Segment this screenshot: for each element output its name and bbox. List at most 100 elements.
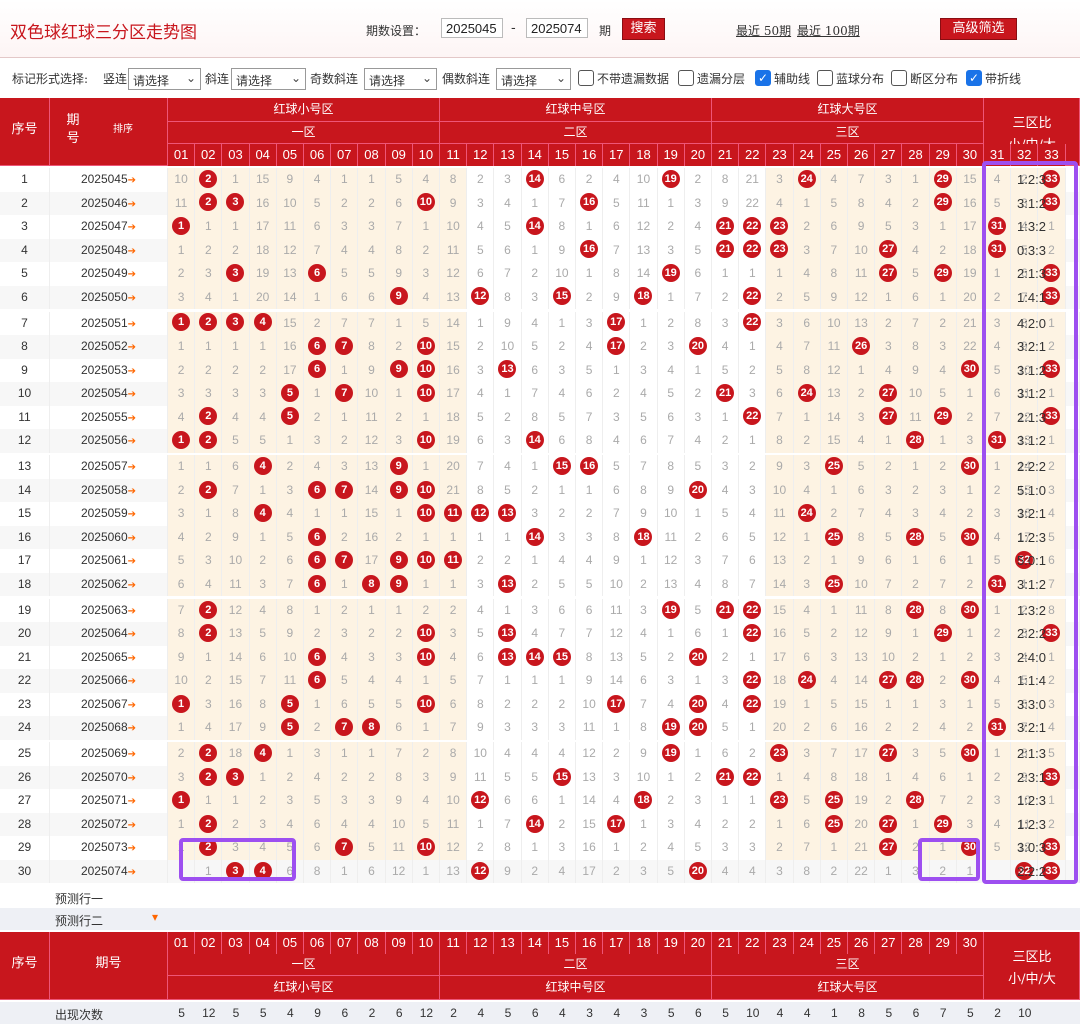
count-label: 出现次数	[55, 1008, 104, 1022]
arrow-right-icon[interactable]: ➔	[128, 629, 136, 640]
advanced-filter-button[interactable]: 高级筛选	[940, 18, 1017, 40]
number-cell: 20	[440, 455, 468, 479]
number-cell: 14	[766, 572, 794, 597]
search-button[interactable]: 搜索	[622, 18, 665, 40]
checkbox-3[interactable]	[817, 70, 833, 86]
arrow-right-icon[interactable]: ➔	[128, 269, 136, 280]
number-cell: 4	[548, 382, 576, 406]
arrow-right-icon[interactable]: ➔	[128, 509, 136, 520]
number-cell: 1	[576, 478, 604, 503]
number-cell: 1	[576, 215, 604, 239]
arrow-right-icon[interactable]: ➔	[128, 413, 136, 424]
number-cell: 10	[766, 478, 794, 503]
arrow-right-icon[interactable]: ➔	[128, 556, 136, 567]
number-header-21: 21	[712, 144, 740, 166]
number-cell: 2	[657, 311, 685, 336]
arrow-right-icon[interactable]: ➔	[128, 199, 136, 210]
number-cell: 13	[657, 572, 685, 597]
table-row: 6 2025050➔ 3 4 1 20 14 1 6 6 9 4 13 12 8 3 15 2 9 18 1 7 2 22 2 5…	[0, 285, 1080, 309]
arrow-right-icon[interactable]: ➔	[128, 867, 136, 878]
number-cell: 4	[494, 742, 522, 766]
arrow-right-icon[interactable]: ➔	[128, 700, 136, 711]
checkbox-4[interactable]	[891, 70, 907, 86]
arrow-right-icon[interactable]: ➔	[128, 366, 136, 377]
arrow-right-icon[interactable]: ➔	[128, 175, 136, 186]
number-cell: 2	[195, 168, 223, 192]
arrow-right-icon[interactable]: ➔	[128, 222, 136, 233]
arrow-right-icon[interactable]: ➔	[128, 246, 136, 257]
count-value: 2	[994, 1006, 1001, 1020]
arrow-right-icon[interactable]: ➔	[128, 580, 136, 591]
number-cell: 10	[412, 429, 440, 453]
arrow-right-icon[interactable]: ➔	[128, 843, 136, 854]
number-cell: 6	[548, 168, 576, 192]
checkbox-label: 带折线	[985, 72, 1022, 86]
number-cell: 6	[331, 692, 359, 717]
arrow-right-icon[interactable]: ➔	[128, 389, 136, 400]
row-seq: 10	[0, 382, 50, 406]
arrow-right-icon[interactable]: ➔	[128, 342, 136, 353]
expand-arrow-icon[interactable]: ▾	[152, 910, 158, 924]
number-cell: 7	[657, 429, 685, 453]
arrow-right-icon[interactable]: ➔	[128, 676, 136, 687]
arrow-right-icon[interactable]: ➔	[128, 749, 136, 760]
arrow-right-icon[interactable]: ➔	[128, 486, 136, 497]
number-cell: 2	[657, 789, 685, 813]
number-cell: 6	[766, 382, 794, 406]
period-text: 2025065	[80, 649, 128, 664]
number-cell: 2	[440, 598, 468, 623]
red-ball: 1	[172, 216, 191, 235]
number-cell: 27	[875, 812, 903, 837]
period-end-input[interactable]	[526, 18, 588, 38]
diagonal-select[interactable]: 请选择 ⌄	[231, 68, 306, 90]
count-value: 2	[450, 1006, 457, 1020]
number-cell: 27	[875, 669, 903, 693]
sort-button[interactable]: 排序	[108, 120, 138, 136]
checkbox-2[interactable]: ✓	[755, 70, 771, 86]
zone-ratio: 1:3:2	[984, 598, 1080, 623]
recent-50-link[interactable]: 最近 50期	[736, 22, 791, 39]
number-cell: 20	[684, 716, 712, 740]
number-header-31: 31	[984, 144, 1012, 166]
red-ball: 2	[199, 814, 218, 833]
arrow-right-icon[interactable]: ➔	[128, 436, 136, 447]
odd-diagonal-select[interactable]: 请选择 ⌄	[364, 68, 437, 90]
arrow-right-icon[interactable]: ➔	[128, 319, 136, 330]
number-header-17: 17	[603, 144, 631, 166]
number-cell: 14	[440, 311, 468, 336]
number-cell: 1	[603, 716, 631, 740]
number-cell: 16	[956, 191, 984, 215]
arrow-right-icon[interactable]: ➔	[128, 653, 136, 664]
checkbox-1[interactable]	[678, 70, 694, 86]
checkbox-0[interactable]	[578, 70, 594, 86]
red-ball: 10	[416, 624, 435, 643]
arrow-right-icon[interactable]: ➔	[128, 796, 136, 807]
vertical-select[interactable]: 请选择 ⌄	[128, 68, 201, 90]
number-cell: 3	[684, 549, 712, 573]
recent-100-link[interactable]: 最近 100期	[797, 22, 860, 39]
number-cell: 17	[222, 716, 250, 740]
row-seq: 13	[0, 455, 50, 479]
even-diagonal-select[interactable]: 请选择 ⌄	[496, 68, 571, 90]
number-cell: 8	[875, 598, 903, 623]
predict-row-1[interactable]: 预测行一	[0, 886, 1080, 908]
arrow-right-icon[interactable]: ➔	[128, 293, 136, 304]
number-cell: 1	[412, 669, 440, 693]
number-cell: 30	[956, 836, 984, 860]
arrow-right-icon[interactable]: ➔	[128, 533, 136, 544]
bottom-number-header-27: 27	[875, 932, 903, 954]
red-ball: 27	[879, 240, 898, 259]
predict-row-2[interactable]: 预测行二 ▾	[0, 908, 1080, 930]
bottom-ratio-title: 三区比	[1012, 950, 1052, 965]
arrow-right-icon[interactable]: ➔	[128, 723, 136, 734]
red-ball: 6	[308, 647, 327, 666]
number-cell: 1	[195, 645, 223, 670]
arrow-right-icon[interactable]: ➔	[128, 820, 136, 831]
arrow-right-icon[interactable]: ➔	[128, 606, 136, 617]
period-start-input[interactable]	[441, 18, 503, 38]
number-cell: 9	[576, 669, 604, 693]
arrow-right-icon[interactable]: ➔	[128, 462, 136, 473]
arrow-right-icon[interactable]: ➔	[128, 773, 136, 784]
number-cell: 19	[249, 262, 277, 286]
checkbox-5[interactable]: ✓	[966, 70, 982, 86]
